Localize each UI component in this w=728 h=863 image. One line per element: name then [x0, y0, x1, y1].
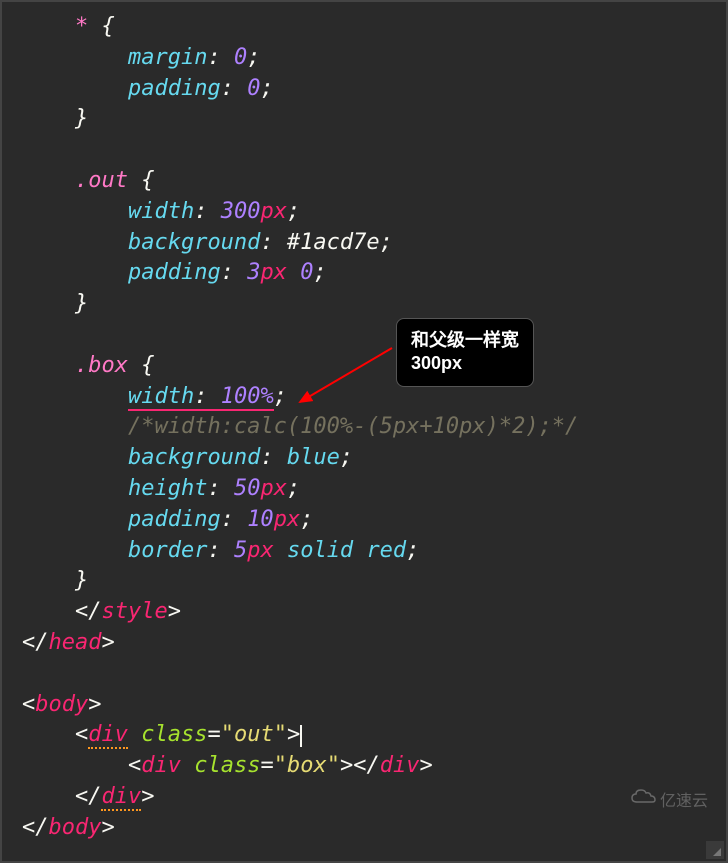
code-line: * {: [22, 12, 706, 43]
tooltip-line1: 和父级一样宽: [411, 329, 519, 352]
code-line: [22, 659, 706, 690]
code-line: [22, 135, 706, 166]
code-line: width: 100%;: [22, 382, 706, 413]
code-line: padding: 0;: [22, 74, 706, 105]
code-editor[interactable]: * { margin: 0; padding: 0; } .out { widt…: [2, 2, 726, 854]
code-line: .box {: [22, 351, 706, 382]
code-line: <body>: [22, 690, 706, 721]
code-line: width: 300px;: [22, 197, 706, 228]
resize-corner[interactable]: [706, 841, 724, 859]
code-line: }: [22, 566, 706, 597]
tooltip-line2: 300px: [411, 352, 519, 375]
code-line: <div class="box"></div>: [22, 751, 706, 782]
code-line: </body>: [22, 813, 706, 844]
code-line: <div class="out">: [22, 720, 706, 751]
code-line: border: 5px solid red;: [22, 536, 706, 567]
watermark: 亿速云: [630, 787, 708, 811]
code-line: padding: 3px 0;: [22, 258, 706, 289]
code-line: }: [22, 289, 706, 320]
code-line: </head>: [22, 628, 706, 659]
code-line: </div>: [22, 782, 706, 813]
code-line: /*width:calc(100%-(5px+10px)*2);*/: [22, 412, 706, 443]
code-line: [22, 320, 706, 351]
watermark-text: 亿速云: [660, 787, 708, 811]
code-line: padding: 10px;: [22, 505, 706, 536]
code-line: </style>: [22, 597, 706, 628]
code-line: height: 50px;: [22, 474, 706, 505]
code-line: margin: 0;: [22, 43, 706, 74]
text-cursor: [300, 725, 302, 747]
code-line: }: [22, 104, 706, 135]
code-line: .out {: [22, 166, 706, 197]
code-line: background: blue;: [22, 443, 706, 474]
annotation-tooltip: 和父级一样宽 300px: [396, 318, 534, 387]
code-line: background: #1acd7e;: [22, 228, 706, 259]
cloud-icon: [630, 788, 656, 811]
